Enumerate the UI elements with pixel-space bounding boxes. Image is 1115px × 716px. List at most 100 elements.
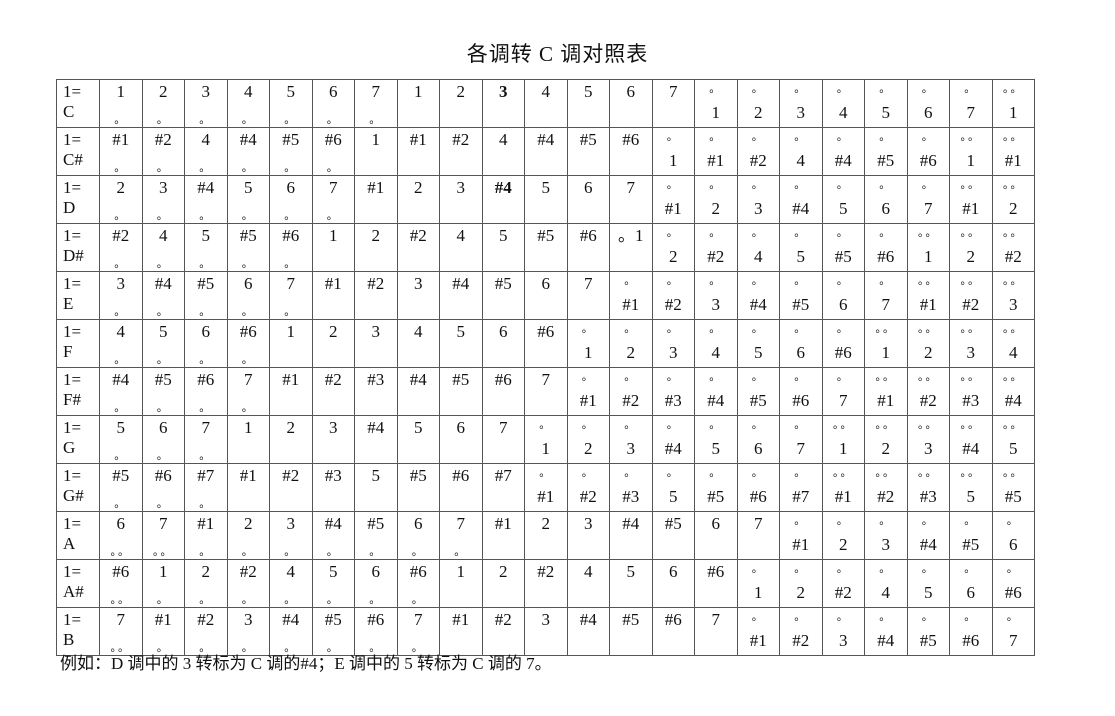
high-octave-dot: 。	[709, 467, 723, 479]
note-cell: 7	[651, 79, 695, 128]
note-cell: 。。 #2	[991, 223, 1035, 272]
note-value: #6	[919, 151, 937, 170]
note-value: 5	[626, 562, 636, 581]
note-value: 1	[159, 562, 168, 581]
note-cell: 。。 2	[864, 415, 908, 464]
low-octave-dot: 。	[369, 114, 383, 126]
high-octave-dot: 。	[751, 611, 765, 623]
note-cell: #4	[354, 415, 398, 464]
low-octave-dot: 。	[241, 354, 255, 366]
note-value: 1	[924, 247, 933, 266]
note-value: #1	[834, 487, 852, 506]
note-cell: #5 。	[99, 463, 143, 512]
note-value: 1	[839, 439, 848, 458]
note-value: 7	[1009, 631, 1018, 650]
note-cell: 。。 #2	[864, 463, 908, 512]
note-cell: 。 7	[821, 367, 865, 416]
note-value: 1	[966, 151, 976, 170]
note-cell: 。。 #4	[949, 415, 993, 464]
note-cell: 。。 2	[949, 223, 993, 272]
note-cell: 。 #6	[949, 607, 993, 656]
note-value: 3	[541, 610, 551, 629]
note-value: #4	[197, 178, 215, 197]
note-cell: #2	[354, 271, 398, 320]
note-value: #4	[962, 439, 980, 458]
note-cell: 7	[566, 271, 610, 320]
note-value: #1	[919, 295, 937, 314]
note-value: #6	[452, 466, 470, 485]
note-value: 2	[329, 322, 338, 341]
note-cell: 2	[524, 511, 568, 560]
high-octave-dot: 。	[709, 83, 723, 95]
note-value: 7	[711, 610, 721, 629]
note-cell: 2	[269, 415, 313, 464]
note-value: #6	[494, 370, 512, 389]
high-octave-dot: 。。	[918, 419, 939, 431]
note-cell: 。1	[694, 79, 738, 128]
page-title: 各调转 C 调对照表	[466, 42, 649, 66]
low-octave-dot: 。。	[110, 594, 131, 606]
note-value: 7	[414, 610, 423, 629]
low-octave-dot: 。	[241, 114, 255, 126]
note-cell: 3	[311, 415, 355, 464]
note-value: 6	[116, 514, 126, 533]
note-value: 2	[839, 535, 848, 554]
note-value: #4	[919, 535, 937, 554]
low-octave-dot: 。	[114, 306, 128, 318]
note-value: 2	[159, 82, 168, 101]
note-value: #5	[324, 610, 342, 629]
note-cell: 。。 1	[821, 415, 865, 464]
note-value: 3	[584, 514, 593, 533]
high-octave-dot: 。	[879, 563, 893, 575]
high-octave-dot: 。。	[960, 179, 981, 191]
note-value: 2	[244, 514, 253, 533]
note-value: 1	[371, 130, 381, 149]
note-cell: 。 #6	[821, 319, 865, 368]
note-cell: 7。	[311, 175, 355, 224]
table-row: 1= G 5。 6。 7。 1 2 3 #4 5 6 7。 1。 2。 3。 #4。 5。 6。 7。。 1。。 2。。…	[56, 415, 1035, 464]
note-cell: 。 5	[694, 415, 738, 464]
note-value: 6	[414, 514, 423, 533]
high-octave-dot: 。。	[875, 323, 896, 335]
note-value: #5	[494, 274, 512, 293]
high-octave-dot: 。	[709, 227, 723, 239]
note-cell: 。。 #1	[991, 127, 1035, 176]
low-octave-dot: 。	[199, 498, 213, 510]
note-value: 3	[116, 274, 126, 293]
note-cell: 2	[439, 79, 483, 128]
note-value: 7	[244, 370, 253, 389]
note-cell: #4	[439, 271, 483, 320]
note-value: #5	[664, 514, 682, 533]
note-cell: 。 4	[694, 319, 738, 368]
high-octave-dot: 。	[964, 611, 978, 623]
note-cell: 。 #5	[694, 463, 738, 512]
high-octave-dot: 。	[836, 563, 850, 575]
note-cell: 。 #2	[694, 223, 738, 272]
high-octave-dot: 。	[581, 467, 595, 479]
high-octave-dot: 。。	[1003, 83, 1024, 95]
key-label: 1= C	[56, 79, 100, 128]
note-value: 4	[286, 562, 296, 581]
note-value: 7	[201, 418, 211, 437]
high-octave-dot: 。。	[918, 275, 939, 287]
note-cell: 6 。。	[99, 511, 143, 560]
note-value: 2	[796, 583, 806, 602]
note-value: #5	[282, 130, 300, 149]
note-value: #2	[409, 226, 427, 245]
note-cell: 。。 #3	[949, 367, 993, 416]
note-cell: 。 #4	[864, 607, 908, 656]
note-value: 4	[541, 82, 551, 101]
note-value: #5	[367, 514, 385, 533]
note-value: 2	[754, 103, 763, 122]
high-octave-dot: 。	[921, 563, 935, 575]
note-cell: 。。 3	[991, 271, 1035, 320]
note-value: #6	[282, 226, 300, 245]
table-row: 1= D# #2。 4。 5。 #5。 #6。 1 2 #2 4 5 #5 #6 。1。 2。 #2。 4。 5。 #…	[56, 223, 1035, 272]
note-value: #6	[197, 370, 215, 389]
note-cell: #2	[396, 223, 440, 272]
note-cell: 5。	[184, 223, 228, 272]
note-value: #4	[409, 370, 427, 389]
note-value: #5	[452, 370, 470, 389]
high-octave-dot: 。	[624, 419, 638, 431]
note-cell: #1	[311, 271, 355, 320]
